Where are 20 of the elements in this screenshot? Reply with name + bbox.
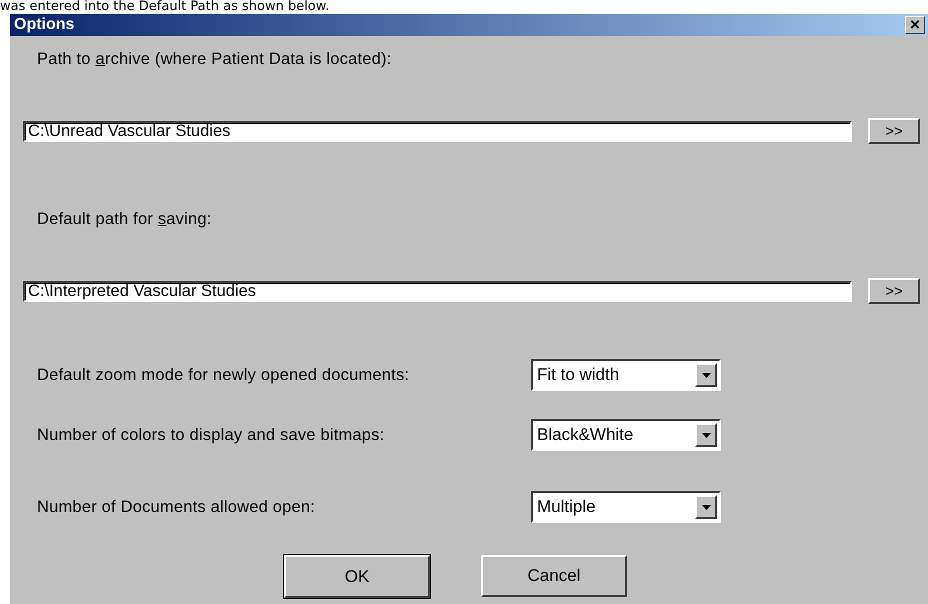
field-label: Path to archive (where Patient Data is located): — [37, 50, 392, 69]
dropdown[interactable]: Fit to width — [531, 359, 721, 391]
ok-button[interactable]: OK — [284, 555, 430, 598]
dropdown[interactable]: Black&White — [531, 419, 721, 451]
option-label: Number of Documents allowed open: — [37, 498, 316, 516]
close-button[interactable]: × — [905, 16, 925, 34]
dropdown-arrow-icon — [702, 504, 710, 510]
path-field[interactable]: C:\Unread Vascular Studies — [23, 120, 852, 142]
path-field[interactable]: C:\Interpreted Vascular Studies — [23, 280, 852, 302]
dropdown-arrow-icon — [702, 432, 710, 438]
browse-button[interactable]: >> — [868, 278, 920, 304]
window-title: Options — [14, 16, 74, 34]
option-label: Number of colors to display and save bitmaps: — [37, 426, 386, 444]
caption-text: was entered into the Default Path as shown below. — [0, 0, 330, 14]
option-label: Default zoom mode for newly opened documents: — [37, 366, 410, 384]
dropdown[interactable]: Multiple — [531, 491, 721, 523]
browse-button[interactable]: >> — [868, 118, 920, 144]
dropdown-arrow-icon — [702, 372, 710, 378]
cancel-button[interactable]: Cancel — [481, 555, 627, 597]
field-label: Default path for saving: — [37, 210, 212, 229]
